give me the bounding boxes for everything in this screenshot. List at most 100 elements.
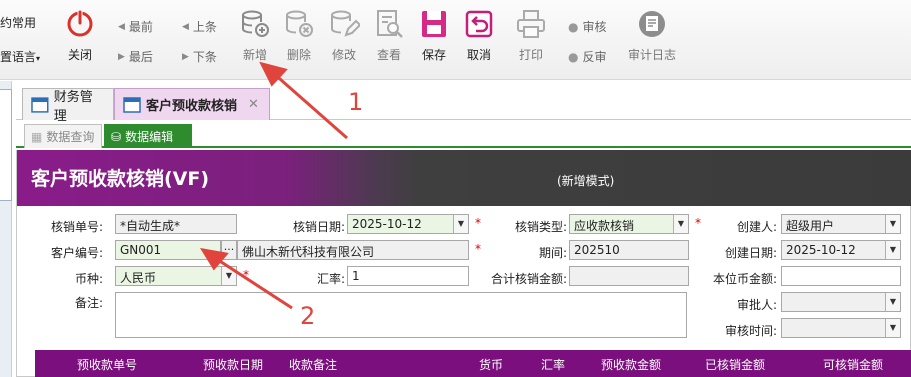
period-label: 期间: — [538, 246, 567, 260]
toolbar: 约常用 置语言▾ 关闭 ◀ 最前 ◀ 上条 ▶ 最后 ▶ 下条 新增 删除 修改… — [0, 0, 911, 80]
left-navigation-strip — [0, 81, 12, 377]
user-check-icon: ● — [568, 19, 579, 34]
left-strip-selected[interactable] — [0, 89, 12, 201]
audit-log-label: 审计日志 — [627, 48, 676, 62]
prev-label: 上条 — [192, 20, 217, 34]
cancel-button[interactable]: 取消 — [459, 8, 499, 64]
audit-time-label: 审核时间: — [724, 324, 777, 338]
total-label: 合计核销金额: — [490, 272, 567, 286]
power-icon — [67, 10, 93, 37]
common-functions-label[interactable]: 约常用 — [0, 14, 36, 31]
last-icon: ▶ — [118, 51, 125, 62]
first-icon: ◀ — [118, 21, 125, 32]
annotation-number-2: 2 — [300, 302, 316, 330]
database-edit-icon — [331, 10, 360, 37]
last-button[interactable]: ▶ 最后 — [118, 48, 153, 65]
prev-icon: ◀ — [182, 21, 189, 32]
next-button[interactable]: ▶ 下条 — [182, 48, 217, 65]
form-mode: (新增模式) — [557, 174, 615, 188]
column-header[interactable]: 收款备注 — [289, 356, 337, 373]
total-field[interactable] — [569, 266, 689, 286]
language-settings-label[interactable]: 置语言▾ — [0, 48, 40, 65]
printer-icon — [517, 10, 545, 38]
cancel-label: 取消 — [466, 48, 491, 62]
next-icon: ▶ — [182, 51, 189, 62]
created-date-value: 2025-10-12 — [786, 243, 856, 257]
user-undo-icon: ● — [568, 49, 579, 64]
column-header[interactable]: 预收款单号 — [77, 356, 137, 373]
audit-log-button[interactable]: 审计日志 — [628, 8, 676, 64]
chevron-down-icon[interactable]: ▼ — [885, 293, 900, 311]
save-button[interactable]: 保存 — [414, 8, 454, 64]
unaudit-button[interactable]: ● 反审 — [568, 48, 607, 65]
edit-label: 修改 — [331, 48, 356, 62]
period-field[interactable]: 202510 — [569, 240, 689, 260]
currency-value: 人民币 — [120, 271, 157, 285]
last-label: 最后 — [128, 50, 153, 64]
doc-no-field[interactable]: *自动生成* — [115, 214, 237, 234]
customer-lookup-button[interactable]: ··· — [221, 240, 237, 260]
type-select[interactable]: 应收款核销 ▼ — [569, 214, 689, 234]
column-header[interactable]: 可核销金额 — [823, 356, 883, 373]
close-button[interactable]: 关闭 — [60, 8, 100, 64]
subtab-bar: ▦ 数据查询 ⛁ 数据编辑 — [16, 122, 911, 148]
grid-header: 预收款单号 预收款日期 收款备注 货币 汇率 预收款金额 已核销金额 可核销金额 — [35, 350, 911, 377]
prev-button[interactable]: ◀ 上条 — [182, 18, 217, 35]
date-label: 核销日期: — [292, 220, 345, 234]
annotation-number-1: 1 — [348, 88, 364, 116]
audit-log-icon — [639, 11, 665, 37]
tab-bar: 财务管理 客户预收款核销 ✕ — [16, 86, 911, 124]
currency-select[interactable]: 人民币 ▼ — [115, 266, 237, 286]
created-date-field[interactable]: 2025-10-12 ▼ — [781, 240, 901, 260]
audit-time-select[interactable]: ▼ — [781, 318, 901, 338]
database-delete-icon — [286, 10, 313, 37]
remark-textarea[interactable] — [115, 292, 687, 338]
date-field[interactable]: 2025-10-12 ▼ — [347, 214, 469, 234]
chevron-down-icon[interactable]: ▼ — [885, 215, 900, 233]
close-icon[interactable]: ✕ — [248, 97, 259, 112]
edit-button[interactable]: 修改 — [324, 8, 364, 64]
audit-label: 审核 — [582, 20, 607, 34]
view-button[interactable]: 查看 — [369, 8, 409, 64]
form-banner: 客户预收款核销(VF) (新增模式) — [17, 150, 911, 206]
creator-value: 超级用户 — [786, 219, 835, 233]
rate-label: 汇率: — [316, 272, 345, 286]
first-button[interactable]: ◀ 最前 — [118, 18, 153, 35]
column-header[interactable]: 预收款金额 — [601, 356, 661, 373]
chevron-down-icon[interactable]: ▼ — [673, 215, 688, 233]
delete-button[interactable]: 删除 — [279, 8, 319, 64]
customer-name-field[interactable]: 佛山木新代科技有限公司 — [237, 240, 469, 260]
close-label: 关闭 — [67, 48, 92, 62]
window-icon — [31, 96, 49, 113]
tab-label: 客户预收款核销 — [146, 99, 238, 114]
chevron-down-icon[interactable]: ▼ — [453, 215, 468, 233]
currency-label: 币种: — [74, 272, 103, 286]
tab-data-edit[interactable]: ⛁ 数据编辑 — [104, 124, 192, 148]
add-button[interactable]: 新增 — [235, 8, 275, 64]
local-total-field[interactable] — [781, 266, 901, 286]
chevron-down-icon[interactable]: ▼ — [885, 241, 900, 259]
chevron-down-icon[interactable]: ▼ — [885, 319, 900, 337]
print-button[interactable]: 打印 — [511, 8, 551, 64]
date-value: 2025-10-12 — [352, 217, 422, 231]
chevron-down-icon[interactable]: ▼ — [221, 267, 236, 285]
rate-field[interactable]: 1 — [347, 266, 469, 286]
column-header[interactable]: 货币 — [479, 356, 503, 373]
tab-data-query[interactable]: ▦ 数据查询 — [24, 124, 102, 148]
tab-finance-management[interactable]: 财务管理 — [22, 88, 114, 124]
tab-label: 财务管理 — [53, 89, 93, 124]
column-header[interactable]: 预收款日期 — [203, 356, 263, 373]
subtab-label: 数据编辑 — [125, 130, 174, 144]
approver-select[interactable]: ▼ — [781, 292, 901, 312]
document-search-icon — [377, 10, 403, 38]
column-header[interactable]: 汇率 — [541, 356, 565, 373]
creator-select[interactable]: 超级用户 ▼ — [781, 214, 901, 234]
print-label: 打印 — [518, 48, 543, 62]
customer-field[interactable]: GN001 — [115, 240, 221, 260]
delete-label: 删除 — [286, 48, 311, 62]
audit-button[interactable]: ● 审核 — [568, 18, 607, 35]
tab-customer-prepayment-writeoff[interactable]: 客户预收款核销 ✕ — [114, 88, 270, 120]
column-header[interactable]: 已核销金额 — [705, 356, 765, 373]
view-label: 查看 — [376, 48, 401, 62]
form-title: 客户预收款核销(VF) — [31, 168, 210, 190]
